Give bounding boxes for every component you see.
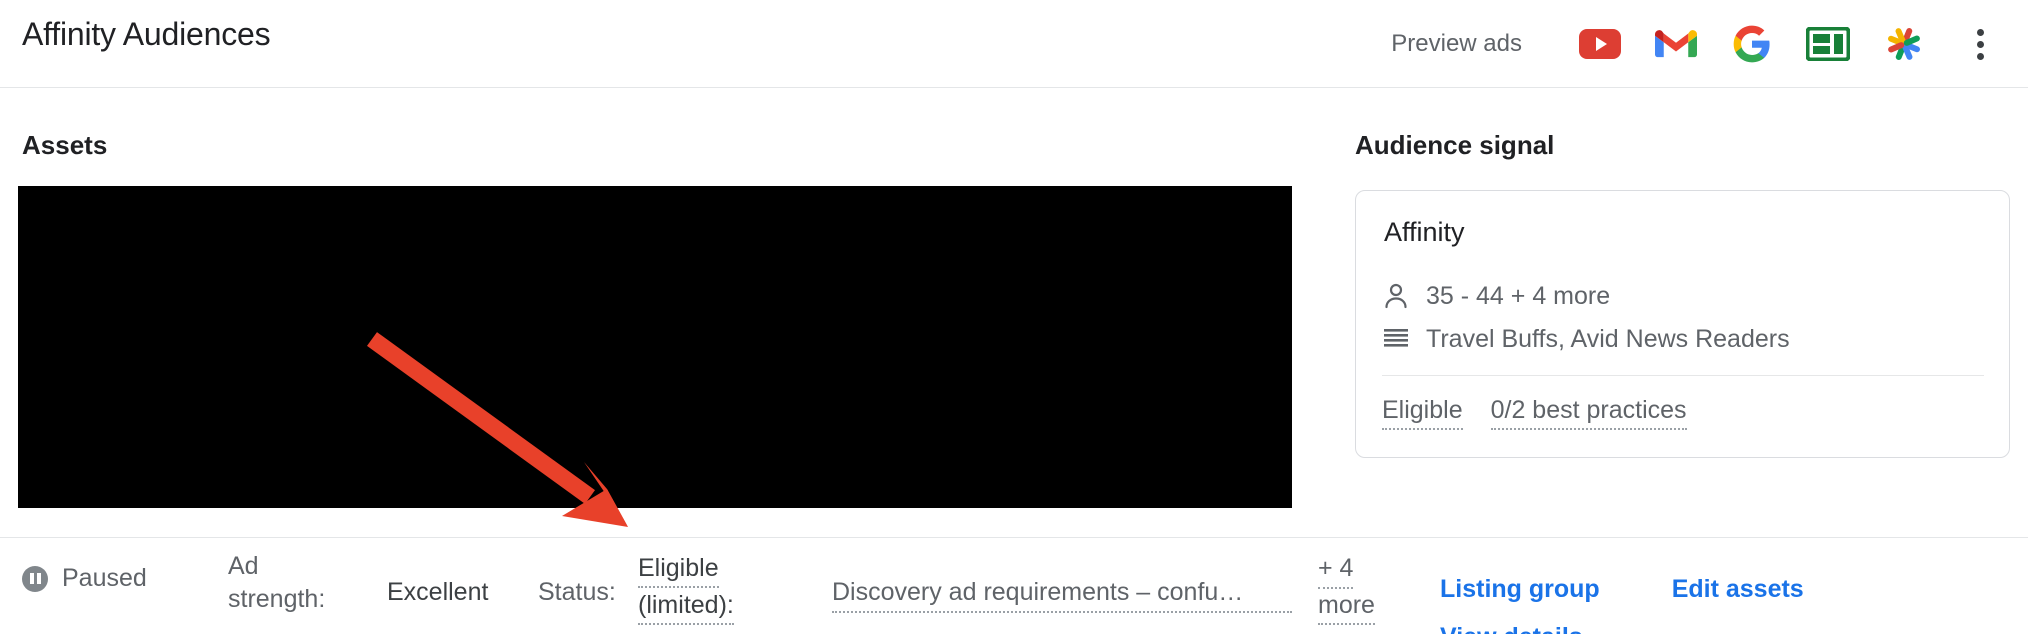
main-content: Assets Audience signal Affinity 35 - 44 … xyxy=(0,88,2028,538)
more-reasons-word: more xyxy=(1318,589,1375,625)
status-value-line-1: Eligible xyxy=(638,551,719,588)
affinity-card-title: Affinity xyxy=(1384,217,1465,247)
signal-interests-row: Travel Buffs, Avid News Readers xyxy=(1382,324,1790,354)
ad-summary-bar: Paused Ad strength: Excellent Status: El… xyxy=(0,537,2028,634)
status-value[interactable]: Eligible (limited): xyxy=(638,551,760,625)
ad-status-group[interactable]: Paused xyxy=(22,564,147,593)
kebab-dot-icon xyxy=(1976,28,1984,36)
preview-ads-label[interactable]: Preview ads xyxy=(1391,30,1522,58)
listing-group-link[interactable]: Listing group xyxy=(1440,575,1600,604)
app-window: Affinity Audiences Preview ads Assets Au… xyxy=(0,0,2028,634)
affinity-signal-card[interactable]: Affinity 35 - 44 + 4 more Travel Buffs, … xyxy=(1355,190,2010,458)
display-icon xyxy=(1806,27,1850,61)
page-title: Affinity Audiences xyxy=(22,16,271,52)
ad-status-text: Paused xyxy=(62,564,147,592)
policy-reason-link[interactable]: Discovery ad requirements – confu… xyxy=(832,578,1292,613)
ad-strength-value: Excellent xyxy=(387,578,489,606)
signal-interests-text: Travel Buffs, Avid News Readers xyxy=(1426,324,1790,353)
more-reasons-link[interactable]: + 4 more xyxy=(1318,552,1380,625)
view-details-link[interactable]: View details xyxy=(1440,623,1583,634)
asset-preview[interactable] xyxy=(18,186,1292,508)
more-reasons-count: + 4 xyxy=(1318,552,1354,589)
youtube-icon xyxy=(1579,29,1621,59)
display-channel-button[interactable] xyxy=(1790,14,1866,74)
more-options-button[interactable] xyxy=(1950,14,2010,74)
kebab-dot-icon xyxy=(1976,40,1984,48)
youtube-channel-button[interactable] xyxy=(1562,14,1638,74)
signal-demographics-text: 35 - 44 + 4 more xyxy=(1426,281,1611,310)
assets-heading: Assets xyxy=(22,130,108,160)
card-best-practices-link[interactable]: 0/2 best practices xyxy=(1490,396,1687,430)
google-icon xyxy=(1733,25,1770,63)
person-icon xyxy=(1382,281,1410,311)
gmail-icon xyxy=(1655,30,1697,58)
status-value-line-2: (limited): xyxy=(638,588,734,625)
list-icon xyxy=(1382,324,1410,354)
edit-assets-link[interactable]: Edit assets xyxy=(1672,575,1804,604)
discovery-icon xyxy=(1888,28,1920,60)
bottom-links-row-2: View details xyxy=(1440,623,1583,634)
gmail-channel-button[interactable] xyxy=(1638,14,1714,74)
google-search-channel-button[interactable] xyxy=(1714,14,1790,74)
header-actions: Preview ads xyxy=(1391,0,2010,88)
card-eligible-link[interactable]: Eligible xyxy=(1382,396,1463,430)
discovery-channel-button[interactable] xyxy=(1866,14,1942,74)
pause-circle-icon xyxy=(22,565,48,592)
card-status-links: Eligible 0/2 best practices xyxy=(1382,396,1687,430)
ad-strength-label: Ad strength: xyxy=(228,552,326,613)
status-label: Status: xyxy=(538,578,616,606)
page-header: Affinity Audiences Preview ads xyxy=(0,0,2028,88)
kebab-dot-icon xyxy=(1976,52,1984,60)
bottom-links-row-1: Listing group Edit assets xyxy=(1440,575,1804,604)
card-divider xyxy=(1382,375,1984,376)
audience-signal-heading: Audience signal xyxy=(1355,130,1555,160)
signal-demographics-row: 35 - 44 + 4 more xyxy=(1382,281,1610,311)
